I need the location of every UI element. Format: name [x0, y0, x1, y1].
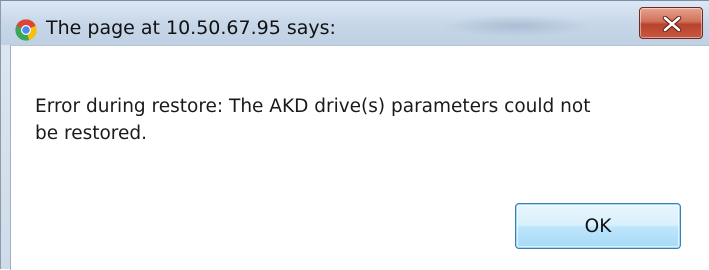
error-message: Error during restore: The AKD drive(s) p… [35, 93, 685, 147]
error-message-line-2: be restored. [35, 123, 148, 144]
dialog-title: The page at 10.50.67.95 says: [46, 17, 336, 39]
dialog-body: Error during restore: The AKD drive(s) p… [10, 45, 709, 270]
close-button[interactable] [639, 7, 703, 39]
chrome-logo-icon [15, 19, 37, 41]
error-message-line-1: Error during restore: The AKD drive(s) p… [35, 96, 591, 117]
title-bar[interactable]: The page at 10.50.67.95 says: [1, 1, 709, 45]
alert-dialog-window: The page at 10.50.67.95 says: Error duri… [0, 0, 709, 270]
title-bar-glare [441, 15, 591, 37]
close-icon [662, 16, 682, 32]
ok-button[interactable]: OK [515, 203, 681, 249]
